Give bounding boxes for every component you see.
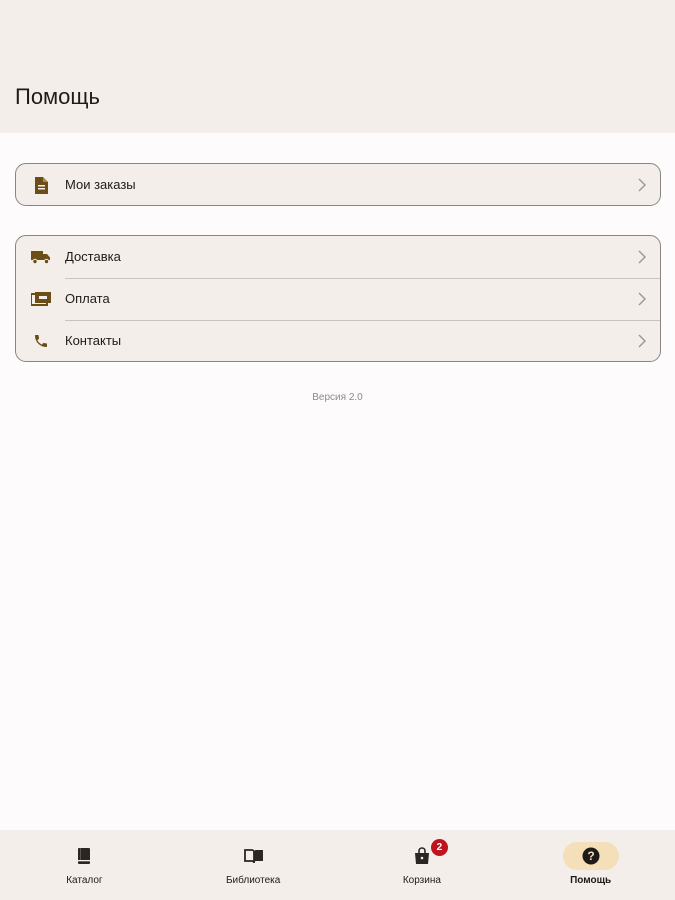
shopping-bag-icon bbox=[413, 847, 431, 865]
cart-count-badge: 2 bbox=[430, 839, 448, 856]
chevron-right-icon bbox=[638, 250, 646, 264]
nav-label: Каталог bbox=[66, 875, 103, 886]
app-bar: Помощь bbox=[0, 0, 675, 133]
truck-icon bbox=[31, 248, 51, 266]
nav-label: Помощь bbox=[570, 875, 612, 886]
document-icon bbox=[31, 176, 51, 194]
menu-item-my-orders[interactable]: Мои заказы bbox=[16, 164, 660, 205]
payment-icon bbox=[31, 290, 51, 308]
nav-item-catalog[interactable]: Каталог bbox=[0, 830, 169, 900]
chevron-right-icon bbox=[638, 178, 646, 192]
menu-item-contacts[interactable]: Контакты bbox=[16, 320, 660, 361]
menu-item-label: Контакты bbox=[65, 333, 122, 348]
nav-label: Библиотека bbox=[225, 875, 281, 886]
phone-icon bbox=[31, 332, 51, 350]
version-text: Версия 2.0 bbox=[312, 392, 363, 403]
bottom-navigation: Каталог Библиотека 2 Корзина ? Помощь bbox=[0, 830, 675, 900]
nav-label: Корзина bbox=[402, 875, 441, 886]
nav-item-library[interactable]: Библиотека bbox=[169, 830, 338, 900]
menu-item-label: Мои заказы bbox=[65, 177, 136, 192]
nav-item-cart[interactable]: 2 Корзина bbox=[338, 830, 507, 900]
chevron-right-icon bbox=[638, 334, 646, 348]
menu-item-label: Оплата bbox=[65, 291, 110, 306]
help-circle-icon: ? bbox=[582, 847, 600, 865]
orders-card: Мои заказы bbox=[15, 163, 661, 206]
book-icon bbox=[75, 847, 93, 865]
page-title: Помощь bbox=[15, 84, 100, 109]
menu-item-delivery[interactable]: Доставка bbox=[16, 236, 660, 278]
menu-item-payment[interactable]: Оплата bbox=[16, 278, 660, 320]
svg-text:?: ? bbox=[587, 849, 594, 863]
chevron-right-icon bbox=[638, 292, 646, 306]
help-card: Доставка Оплата Контакты bbox=[15, 235, 661, 362]
open-book-icon bbox=[244, 847, 264, 865]
nav-item-help[interactable]: ? Помощь bbox=[506, 830, 675, 900]
menu-item-label: Доставка bbox=[65, 249, 121, 264]
